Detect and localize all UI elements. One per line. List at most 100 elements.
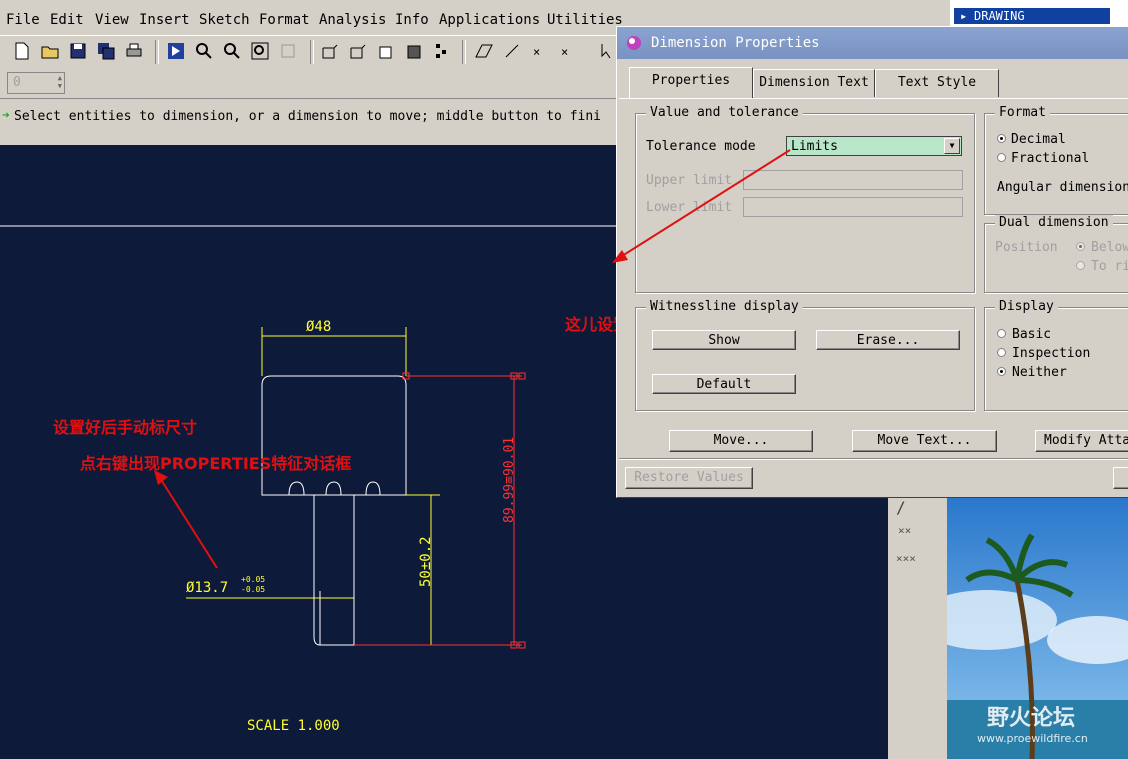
toolbar-separator (310, 40, 314, 64)
zoom-fit-icon[interactable] (250, 41, 270, 61)
format-fractional-label: Fractional (1011, 151, 1090, 166)
annotation-arrow (154, 470, 218, 569)
display-inspection-radio[interactable] (997, 348, 1006, 357)
menu-analysis[interactable]: Analysis (319, 12, 386, 28)
default-button[interactable]: Default (652, 374, 796, 394)
tolerance-mode-value: Limits (791, 139, 838, 154)
open-folder-icon[interactable] (40, 41, 60, 61)
status-message: Select entities to dimension, or a dimen… (14, 109, 601, 124)
menu-edit[interactable]: Edit (50, 12, 84, 28)
point-tool-icon[interactable]: ×× (898, 524, 911, 537)
axis-display-icon[interactable] (502, 41, 522, 61)
tree-expand-icon[interactable]: ▸ (960, 9, 967, 23)
menu-file[interactable]: File (6, 12, 40, 28)
modify-attachment-button[interactable]: Modify Atta (1035, 430, 1128, 452)
annotation-manual-dim: 设置好后手动标尺寸 (53, 418, 198, 437)
upper-limit-input[interactable] (743, 170, 963, 190)
svg-text:×: × (533, 45, 540, 59)
print-icon[interactable] (124, 41, 144, 61)
dim-diameter-13-7[interactable]: Ø13.7 +0.05 -0.05 (186, 575, 354, 599)
ok-button[interactable] (1113, 467, 1128, 489)
point-display-icon[interactable]: × (530, 41, 550, 61)
layer-spinner[interactable]: 0 ▲ ▼ (7, 72, 65, 94)
datum-planes-icon[interactable] (320, 41, 340, 61)
tolerance-mode-select[interactable]: Limits ▼ (786, 136, 962, 156)
dual-dimension-group-label: Dual dimension (995, 215, 1113, 230)
menu-utilities[interactable]: Utilities (547, 12, 623, 28)
below-radio[interactable] (1076, 242, 1085, 251)
move-button[interactable]: Move... (669, 430, 813, 452)
sketch-line-icon[interactable]: / (896, 498, 906, 517)
shaded-icon[interactable] (404, 41, 424, 61)
upper-limit-label: Upper limit (646, 173, 733, 188)
message-arrow-icon: ➔ (2, 108, 10, 123)
csys-tool-icon[interactable]: ××× (896, 552, 916, 565)
display-group: Display Basic Inspection Neither (984, 299, 1128, 411)
watermark-url: www.proewildfire.cn (977, 732, 1088, 745)
zoom-in-icon[interactable] (194, 41, 214, 61)
redraw-icon[interactable] (166, 41, 186, 61)
model-tree-icon[interactable] (432, 41, 452, 61)
position-label: Position (995, 240, 1058, 255)
display-group-label: Display (995, 299, 1058, 314)
menu-format[interactable]: Format (259, 12, 310, 28)
datum-axes-icon[interactable] (348, 41, 368, 61)
menu-applications[interactable]: Applications (439, 12, 540, 28)
menu-sketch[interactable]: Sketch (199, 12, 250, 28)
move-text-button[interactable]: Move Text... (852, 430, 997, 452)
dim-tol-up: +0.05 (241, 575, 265, 584)
to-right-label: To ri (1091, 259, 1128, 274)
dialog-title: Dimension Properties (651, 35, 820, 51)
svg-text:×: × (561, 45, 568, 59)
erase-button[interactable]: Erase... (816, 330, 960, 350)
format-group-label: Format (995, 105, 1050, 120)
spinner-row: 0 ▲ ▼ (0, 68, 620, 99)
hidden-line-icon[interactable] (376, 41, 396, 61)
save-copy-icon[interactable] (96, 41, 116, 61)
new-file-icon[interactable] (12, 41, 32, 61)
to-right-radio[interactable] (1076, 261, 1085, 270)
message-area: ➔ Select entities to dimension, or a dim… (0, 99, 620, 143)
dim-diameter-48[interactable]: Ø48 (261, 319, 407, 376)
menu-view[interactable]: View (95, 12, 129, 28)
dim-length-limits[interactable]: 89.99≡90.01 (354, 372, 526, 649)
format-decimal-radio[interactable] (997, 134, 1006, 143)
dim-length-50[interactable]: 50±0.2 (358, 494, 440, 646)
display-neither-radio[interactable] (997, 367, 1006, 376)
menu-info[interactable]: Info (395, 12, 429, 28)
part-drawing[interactable] (261, 375, 407, 646)
csys-display-icon[interactable]: × (558, 41, 578, 61)
plane-display-icon[interactable] (474, 41, 494, 61)
dimension-properties-dialog: Dimension Properties Properties Dimensio… (616, 26, 1128, 498)
witnessline-group-label: Witnessline display (646, 299, 803, 314)
tolerance-mode-label: Tolerance mode (646, 139, 756, 154)
tree-item-drawing[interactable]: ▸ DRAWING (954, 8, 1110, 24)
orient-icon[interactable] (278, 41, 298, 61)
dialog-divider (619, 458, 1128, 460)
save-icon[interactable] (68, 41, 88, 61)
tab-properties[interactable]: Properties (629, 67, 753, 99)
lower-limit-input[interactable] (743, 197, 963, 217)
restore-values-button[interactable]: Restore Values (625, 467, 753, 489)
dialog-title-bar[interactable]: Dimension Properties (617, 27, 1128, 59)
format-fractional-radio[interactable] (997, 153, 1006, 162)
format-decimal-label: Decimal (1011, 132, 1066, 147)
angular-dimension-label: Angular dimension (997, 180, 1128, 195)
menu-insert[interactable]: Insert (139, 12, 190, 28)
toolbar: × × (0, 35, 620, 69)
zoom-out-icon[interactable] (222, 41, 242, 61)
watermark-forum: 野火论坛 (987, 706, 1076, 731)
select-icon[interactable] (598, 41, 618, 61)
chevron-down-icon[interactable]: ▼ (944, 138, 960, 154)
spinner-arrows-icon[interactable]: ▲ ▼ (58, 74, 62, 90)
witnessline-group: Witnessline display Show Erase... Defaul… (635, 299, 975, 411)
tab-dimension-text[interactable]: Dimension Text (753, 69, 875, 97)
tab-text-style[interactable]: Text Style (875, 69, 999, 97)
dim-limits-text: 89.99≡90.01 (502, 437, 517, 523)
display-basic-radio[interactable] (997, 329, 1006, 338)
display-inspection-label: Inspection (1012, 346, 1091, 361)
show-button[interactable]: Show (652, 330, 796, 350)
tree-item-label: DRAWING (974, 9, 1025, 23)
value-tolerance-group: Value and tolerance Tolerance mode Limit… (635, 105, 975, 293)
toolbar-separator (462, 40, 466, 64)
